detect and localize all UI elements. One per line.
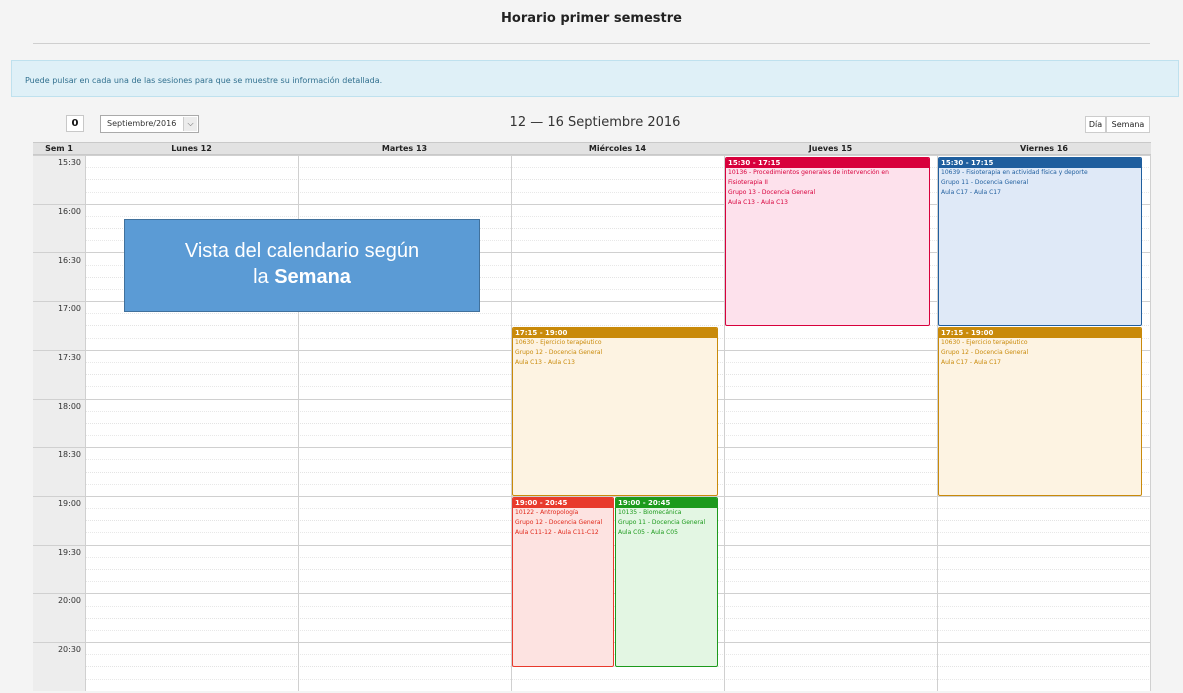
week-number: Sem 1 xyxy=(45,144,73,153)
event-card[interactable]: 17:15 - 19:00 10630 - Ejercicio terapéut… xyxy=(512,327,718,496)
time-label: 17:00 xyxy=(57,304,81,313)
time-label: 19:00 xyxy=(57,499,81,508)
event-room: Aula C13 - Aula C13 xyxy=(728,199,788,206)
time-label: 19:30 xyxy=(57,548,81,557)
date-range-title: 12 — 16 Septiembre 2016 xyxy=(509,115,681,130)
event-room: Aula C17 - Aula C17 xyxy=(941,189,1001,196)
event-group: Grupo 11 - Docencia General xyxy=(618,519,706,526)
view-week-button[interactable]: Semana xyxy=(1106,116,1150,133)
event-subject: 10135 - Biomecánica xyxy=(618,509,682,516)
calendar-header: Sem 1 Lunes 12 Martes 13 Miércoles 14 Ju… xyxy=(33,142,1151,155)
event-card[interactable]: 19:00 - 20:45 10122 - Antropología Grupo… xyxy=(512,497,614,667)
event-group: Grupo 12 - Docencia General xyxy=(515,349,603,356)
event-time: 19:00 - 20:45 xyxy=(513,498,613,508)
event-group: Grupo 12 - Docencia General xyxy=(515,519,603,526)
time-label: 20:30 xyxy=(57,645,81,654)
day-header-tuesday[interactable]: Martes 13 xyxy=(298,143,511,155)
page-title: Horario primer semestre xyxy=(501,11,682,26)
event-room: Aula C13 - Aula C13 xyxy=(515,359,575,366)
event-card[interactable]: 15:30 - 17:15 10639 - Fisioterapia en ac… xyxy=(938,157,1142,326)
time-label: 17:30 xyxy=(57,353,81,362)
hour-gridline xyxy=(33,155,1151,156)
event-time: 15:30 - 17:15 xyxy=(726,158,929,168)
event-time: 17:15 - 19:00 xyxy=(939,328,1141,338)
callout-line-2: la Semana xyxy=(125,264,479,290)
month-select-value: Septiembre/2016 xyxy=(107,119,177,128)
callout-prefix: la xyxy=(253,266,269,288)
today-button[interactable]: 0 xyxy=(66,115,84,132)
event-card[interactable]: 15:30 - 17:15 10136 - Procedimientos gen… xyxy=(725,157,930,326)
callout-line-1: Vista del calendario según xyxy=(184,240,420,262)
day-header-wednesday[interactable]: Miércoles 14 xyxy=(511,143,724,155)
day-header-monday[interactable]: Lunes 12 xyxy=(85,143,298,155)
event-room: Aula C05 - Aula C05 xyxy=(618,529,678,536)
quarter-gridline xyxy=(85,679,1151,680)
event-card[interactable]: 19:00 - 20:45 10135 - Biomecánica Grupo … xyxy=(615,497,718,667)
event-subject: 10136 - Procedimientos generales de inte… xyxy=(728,169,889,176)
time-label: 18:00 xyxy=(57,402,81,411)
info-text: Puede pulsar en cada una de las sesiones… xyxy=(25,76,383,85)
chevron-down-icon[interactable]: ⌵ xyxy=(183,117,197,131)
day-header-friday[interactable]: Viernes 16 xyxy=(937,143,1151,155)
title-divider xyxy=(33,43,1150,44)
event-subject-cont: Fisioterapia II xyxy=(728,179,768,186)
event-card[interactable]: 17:15 - 19:00 10630 - Ejercicio terapéut… xyxy=(938,327,1142,496)
time-label: 20:00 xyxy=(57,596,81,605)
time-label: 18:30 xyxy=(57,450,81,459)
time-label: 15:30 xyxy=(57,158,81,167)
event-group: Grupo 12 - Docencia General xyxy=(941,349,1029,356)
event-room: Aula C11-12 - Aula C11-C12 xyxy=(515,529,599,536)
time-gutter xyxy=(33,155,85,691)
event-room: Aula C17 - Aula C17 xyxy=(941,359,1001,366)
event-subject: 10639 - Fisioterapia en actividad física… xyxy=(941,169,1088,176)
time-label: 16:30 xyxy=(57,256,81,265)
day-header-thursday[interactable]: Jueves 15 xyxy=(724,143,937,155)
event-subject: 10122 - Antropología xyxy=(515,509,579,516)
info-banner: Puede pulsar en cada una de las sesiones… xyxy=(11,60,1179,97)
time-label: 16:00 xyxy=(57,207,81,216)
event-subject: 10630 - Ejercicio terapéutico xyxy=(941,339,1028,346)
callout-bold: Semana xyxy=(274,266,351,288)
annotation-callout: Vista del calendario según la Semana xyxy=(124,219,480,312)
event-time: 15:30 - 17:15 xyxy=(939,158,1141,168)
event-group: Grupo 13 - Docencia General xyxy=(728,189,816,196)
column-divider xyxy=(1150,155,1151,691)
view-day-button[interactable]: Día xyxy=(1085,116,1106,133)
event-subject: 10630 - Ejercicio terapéutico xyxy=(515,339,602,346)
event-group: Grupo 11 - Docencia General xyxy=(941,179,1029,186)
event-time: 19:00 - 20:45 xyxy=(616,498,717,508)
month-select[interactable]: Septiembre/2016 ⌵ xyxy=(100,115,199,133)
event-time: 17:15 - 19:00 xyxy=(513,328,717,338)
column-divider xyxy=(85,155,86,691)
